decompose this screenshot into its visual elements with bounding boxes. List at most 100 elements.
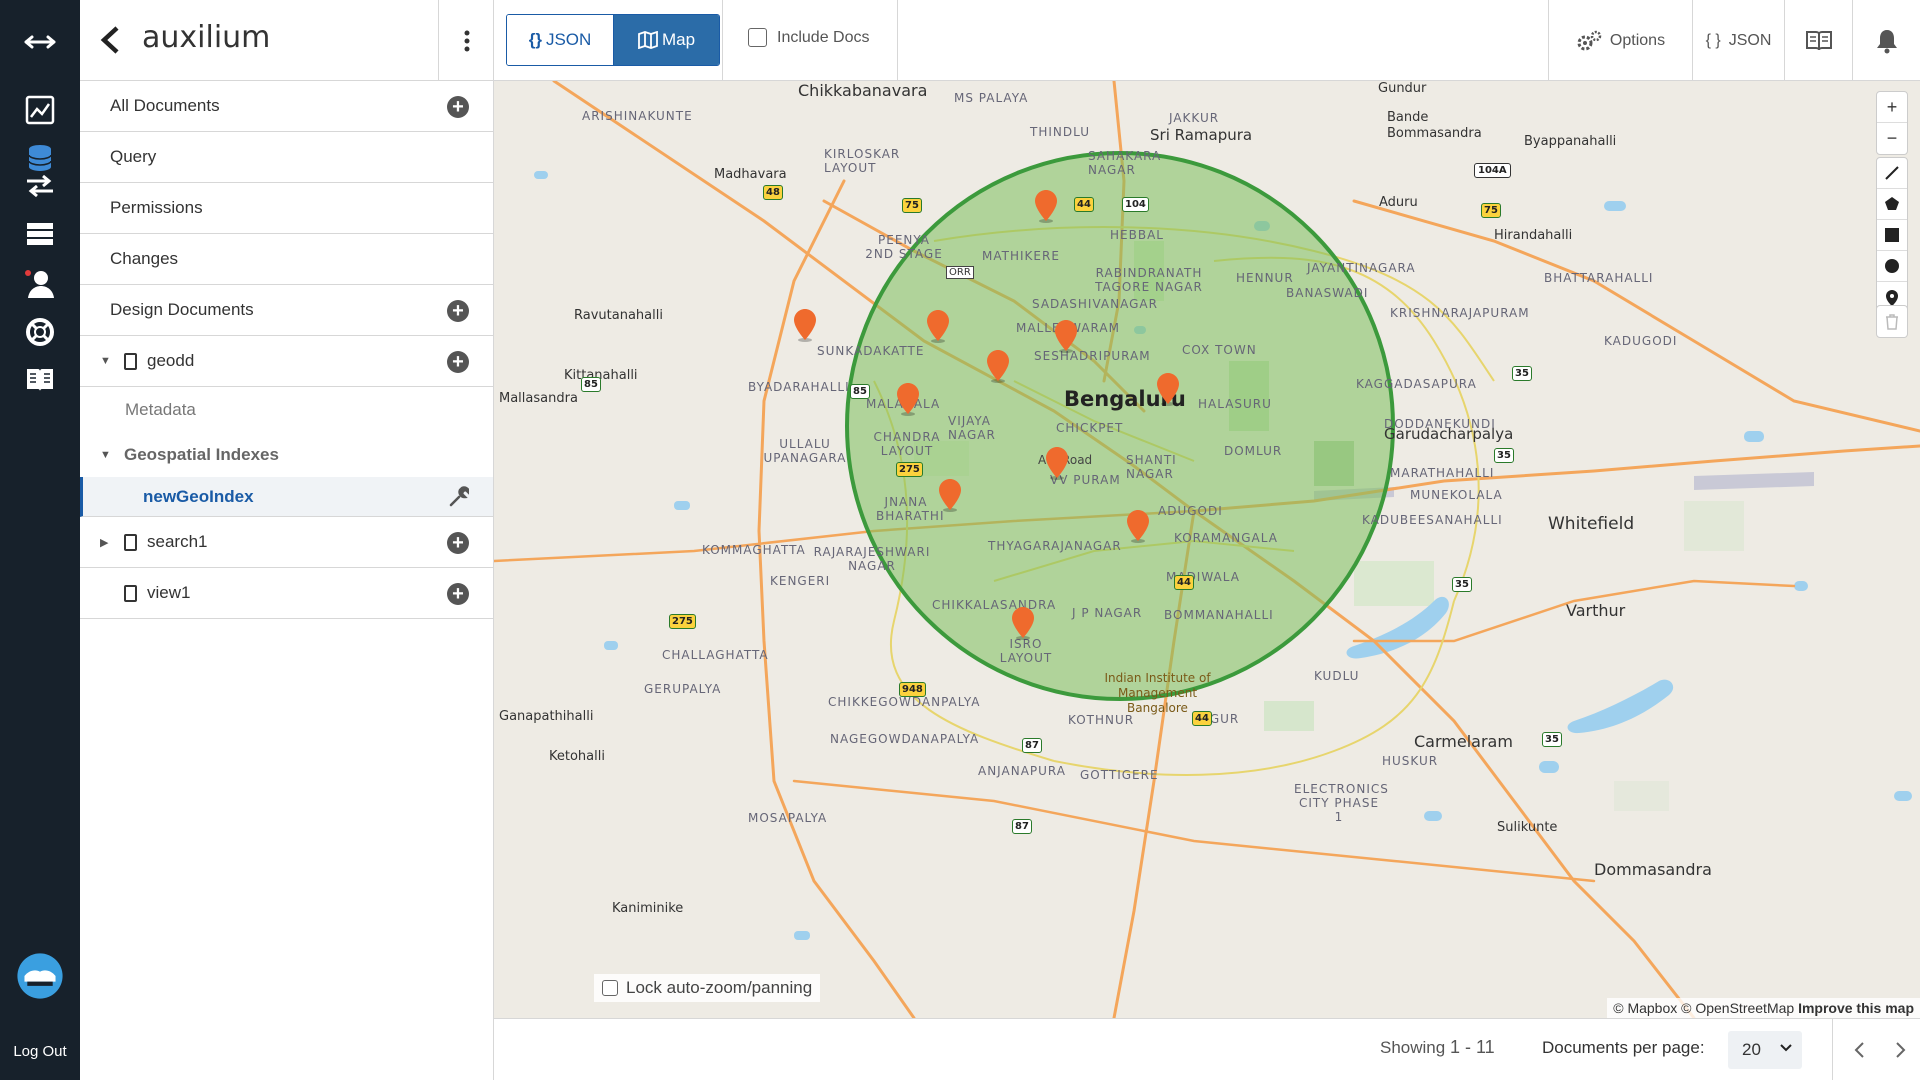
caret-right-icon[interactable]: ▶ [100, 536, 114, 549]
pager-divider [1832, 1019, 1833, 1080]
api-json-button[interactable]: { } JSON [1692, 0, 1784, 81]
results-toolbar: {} JSON Map Include Docs Options { } JSO… [494, 0, 1920, 81]
map-marker[interactable] [1156, 372, 1180, 406]
next-page-button[interactable] [1884, 1033, 1918, 1067]
replication-icon [27, 174, 53, 198]
per-page-label: Documents per page: [1542, 1038, 1705, 1057]
lock-zoom-toggle[interactable]: Lock auto-zoom/panning [594, 974, 821, 1002]
improve-map-link[interactable]: Improve this map [1798, 1000, 1914, 1016]
draw-tools [1876, 157, 1908, 314]
view-toggle-group: {} JSON Map [506, 14, 720, 66]
draw-polygon-button[interactable] [1877, 189, 1907, 220]
square-icon [1885, 228, 1899, 242]
map-marker[interactable] [926, 309, 950, 343]
toggle-nav-button[interactable] [0, 14, 80, 70]
map-marker[interactable] [1045, 446, 1069, 480]
showing-range: 1 - 11 [1449, 1037, 1495, 1057]
draw-rectangle-button[interactable] [1877, 220, 1907, 251]
add-document-plus-icon[interactable]: + [447, 96, 469, 118]
map-marker[interactable] [1034, 189, 1058, 223]
sidebar-item-query[interactable]: Query [80, 132, 493, 183]
include-docs-toggle[interactable]: Include Docs [748, 28, 870, 47]
map-marker[interactable] [1054, 319, 1078, 353]
nav-docs-button[interactable] [0, 352, 80, 408]
sidebar-item-permissions[interactable]: Permissions [80, 183, 493, 234]
delete-shape-button[interactable] [1877, 306, 1907, 337]
expand-arrows-icon [24, 35, 56, 49]
sidebar-item-label: Design Documents [110, 300, 254, 319]
geospatial-indexes-label: Geospatial Indexes [124, 444, 279, 464]
map-marker[interactable] [938, 478, 962, 512]
book-icon [1805, 30, 1832, 50]
document-icon [124, 533, 137, 551]
options-label: Options [1609, 31, 1666, 49]
pin-icon [1886, 289, 1898, 306]
design-doc-search1[interactable]: ▶ search1 + [80, 517, 493, 568]
document-icon [124, 584, 137, 602]
circle-icon [1885, 259, 1899, 273]
sidebar-item-design-documents[interactable]: Design Documents + [80, 285, 493, 336]
add-to-design-doc-plus-icon[interactable]: + [447, 532, 469, 554]
polygon-icon [1885, 197, 1899, 210]
database-menu-button[interactable] [438, 0, 494, 81]
notifications-button[interactable] [1852, 0, 1920, 81]
chevron-right-icon [1896, 1042, 1906, 1058]
caret-down-icon[interactable]: ▼ [100, 449, 114, 461]
sidebar-item-all-documents[interactable]: All Documents + [80, 81, 493, 132]
sidebar-item-changes[interactable]: Changes [80, 234, 493, 285]
map-view-toggle[interactable]: Map [613, 15, 719, 65]
chevron-left-icon [1854, 1042, 1864, 1058]
trash-icon [1886, 313, 1898, 330]
sidebar-item-label: Changes [110, 249, 179, 268]
mapbox-attribution-link[interactable]: © Mapbox [1613, 1000, 1677, 1016]
draw-line-button[interactable] [1877, 158, 1907, 189]
map-marker[interactable] [1126, 509, 1150, 543]
sidebar-item-label: All Documents [110, 96, 220, 115]
map-toggle-label: Map [661, 30, 696, 49]
add-to-design-doc-plus-icon[interactable]: + [447, 351, 469, 373]
design-doc-name: geodd [147, 351, 195, 370]
design-doc-geodd[interactable]: ▼ geodd + [80, 336, 493, 387]
options-button[interactable]: Options [1548, 0, 1692, 81]
toolbar-divider [722, 0, 723, 81]
docs-book-button[interactable] [1784, 0, 1852, 81]
include-docs-label: Include Docs [777, 28, 870, 46]
showing-prefix: Showing [1380, 1038, 1446, 1057]
map-marker[interactable] [896, 382, 920, 416]
draw-circle-button[interactable] [1877, 251, 1907, 282]
map-marker[interactable] [986, 349, 1010, 383]
map-marker[interactable] [1011, 606, 1035, 640]
couchdb-logo-icon [17, 953, 63, 999]
server-icon [27, 223, 53, 245]
geospatial-indexes-section[interactable]: ▼ Geospatial Indexes [80, 432, 493, 477]
metadata-link[interactable]: Metadata [80, 387, 493, 432]
account-avatar-button[interactable] [0, 948, 80, 1004]
json-toggle-label: JSON [545, 30, 592, 49]
logout-link[interactable]: Log Out [0, 1043, 80, 1060]
database-name: auxilium [142, 20, 271, 55]
chart-icon [25, 95, 55, 125]
include-docs-checkbox[interactable] [748, 28, 767, 47]
showing-range-text: Showing 1 - 11 [1380, 1037, 1495, 1058]
wrench-icon[interactable] [447, 486, 469, 508]
per-page-select[interactable]: 20 [1728, 1031, 1802, 1069]
caret-down-icon[interactable]: ▼ [100, 355, 114, 367]
add-design-doc-plus-icon[interactable]: + [447, 300, 469, 322]
app-nav-rail: Log Out [0, 0, 80, 1080]
database-sidebar: auxilium All Documents + Query Permissio… [80, 0, 494, 1080]
json-view-toggle[interactable]: {} JSON [507, 15, 613, 65]
lock-zoom-checkbox[interactable] [602, 980, 618, 996]
design-doc-view1[interactable]: view1 + [80, 568, 493, 619]
map-view[interactable]: Chikkabanavara Sri Ramapura Madhavara Ra… [494, 81, 1920, 1018]
add-to-design-doc-plus-icon[interactable]: + [447, 583, 469, 605]
back-button[interactable] [90, 20, 130, 60]
zoom-out-button[interactable]: − [1877, 123, 1907, 154]
zoom-in-button[interactable]: + [1877, 92, 1907, 123]
previous-page-button[interactable] [1842, 1033, 1876, 1067]
osm-attribution-link[interactable]: © OpenStreetMap [1681, 1000, 1794, 1016]
nav-config-button[interactable] [0, 206, 80, 262]
line-icon [1885, 166, 1899, 180]
document-icon [124, 352, 137, 370]
map-marker[interactable] [793, 308, 817, 342]
geo-index-item-active[interactable]: newGeoIndex [80, 477, 493, 517]
